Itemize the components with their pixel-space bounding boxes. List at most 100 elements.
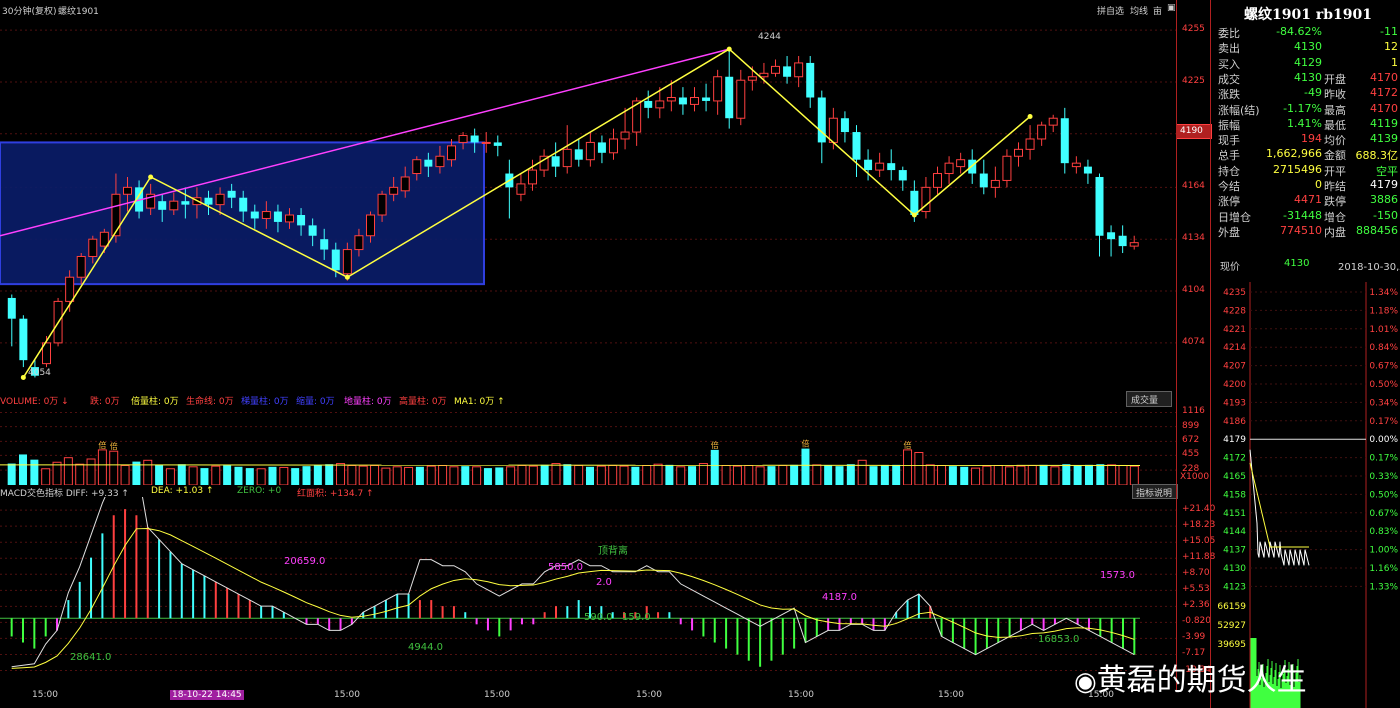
volume-bar	[177, 464, 186, 485]
volume-bar	[1027, 465, 1037, 485]
chart-header: 30分钟(复权) 螺纹1901 拼自选 均线 亩 ▣	[0, 0, 1210, 18]
quote-value: 0	[1315, 178, 1322, 191]
volume-bar	[744, 465, 754, 485]
candle-body	[725, 76, 734, 119]
candle-body	[516, 183, 526, 195]
candle-body	[261, 211, 271, 219]
time-axis-label: 15:00	[484, 690, 510, 700]
quote-row: 涨幅(结) -1.17% 最高 4170	[1216, 101, 1398, 117]
zigzag-point	[344, 274, 350, 280]
volume-bar	[824, 465, 833, 485]
volume-bar	[30, 459, 39, 485]
candle-body	[297, 215, 306, 226]
candle-body	[678, 97, 687, 105]
volume-bar	[449, 466, 459, 485]
ma-button[interactable]: 均线	[1130, 4, 1148, 17]
volume-chart[interactable]: 倍倍倍倍倍	[0, 405, 1210, 485]
candle-body	[123, 186, 132, 195]
volume-bar	[608, 465, 618, 485]
candle-body	[169, 200, 179, 211]
volume-bar	[857, 459, 867, 485]
candle-body	[424, 159, 433, 167]
volume-bar	[223, 465, 232, 485]
candle-body	[239, 197, 248, 212]
axis-divider	[1176, 0, 1177, 690]
volume-bar	[676, 466, 686, 485]
volume-bar	[404, 466, 414, 485]
quote-value: 888456	[1356, 223, 1398, 237]
quote-value: -1.17%	[1283, 101, 1322, 115]
volume-bar	[188, 466, 198, 485]
zigzag-point	[1027, 114, 1033, 120]
candle-body	[644, 100, 653, 108]
price-axis-label: 4104	[1182, 285, 1205, 296]
volume-legend: VOLUME: 0万 ↓ 跌: 0万 倍量柱: 0万 生命线: 0万 梯量柱: 0万 缩量…	[0, 393, 1130, 407]
volume-bar	[302, 466, 311, 485]
volume-bar	[279, 466, 289, 485]
candle-body	[435, 155, 445, 168]
price-axis-label: 4225	[1182, 75, 1205, 86]
macd-annotation: 20659.0	[284, 556, 326, 567]
period-label[interactable]: 30分钟(复权)	[2, 4, 56, 17]
volume-bar	[313, 465, 322, 485]
candle-body	[389, 186, 399, 195]
volume-bar	[1096, 464, 1105, 485]
mini-avg-line	[1249, 462, 1309, 548]
candle-body	[933, 173, 942, 188]
volume-bar	[710, 449, 719, 485]
quote-value: 4179	[1370, 178, 1398, 191]
quote-row: 总手 1,662,966 金额 688.3亿	[1216, 146, 1398, 162]
quote-value: 4172	[1370, 86, 1398, 100]
volume-bar	[143, 459, 153, 485]
macd-chart[interactable]	[0, 497, 1210, 689]
mini-price-label: 4214	[1223, 343, 1246, 353]
volume-bar	[268, 466, 277, 485]
volume-bar	[155, 464, 164, 485]
volume-bar	[642, 465, 652, 485]
volume-bar	[7, 463, 16, 485]
time-axis-label: 15:00	[938, 690, 964, 700]
mini-volume-label: 52927	[1217, 621, 1246, 631]
mini-price-label: 4221	[1223, 325, 1246, 335]
candle-body	[736, 79, 746, 119]
candle-body	[1060, 118, 1069, 164]
candle-body	[702, 97, 711, 101]
candle-body	[65, 276, 75, 302]
volume-bar	[631, 466, 640, 485]
volume-bar	[880, 465, 889, 485]
volume-bar	[472, 466, 482, 485]
volume-bar	[109, 450, 119, 485]
quote-value: 4130	[1294, 40, 1322, 54]
volume-axis-label: 455	[1182, 449, 1200, 460]
mini-pct-label: 0.50%	[1369, 490, 1398, 500]
candle-body	[551, 156, 560, 167]
quote-value: -84.62%	[1276, 25, 1322, 38]
candlestick-chart[interactable]	[0, 18, 1210, 393]
candle-body	[250, 211, 259, 219]
candle-body	[747, 76, 757, 81]
volume-bar	[619, 465, 629, 485]
quote-value: 1.41%	[1287, 116, 1322, 130]
add-favorite-button[interactable]: 拼自选	[1097, 4, 1124, 17]
mini-price-label: 4144	[1223, 527, 1246, 537]
layout-button[interactable]: 亩	[1153, 4, 1162, 17]
volume-bar	[426, 465, 436, 485]
volume-bar	[551, 463, 561, 485]
expand-icon[interactable]: ▣	[1167, 3, 1176, 13]
current-price-tag: 4190	[1176, 124, 1212, 139]
candle-body	[308, 225, 317, 236]
macd-annotation: 1573.0	[1100, 570, 1135, 581]
time-axis-label: 15:00	[32, 690, 58, 700]
candle-body	[783, 66, 792, 77]
quote-title: 螺纹1901 rb1901	[1244, 7, 1372, 23]
mini-pct-label: 0.17%	[1369, 417, 1398, 427]
price-axis-label: 4255	[1182, 24, 1205, 35]
volume-bar	[971, 467, 981, 485]
candle-body	[910, 190, 919, 216]
volume-bar	[937, 465, 947, 485]
intraday-chart[interactable]: 4235 1.34% 4228 1.18% 4221 1.01% 4214 0.84% 4207…	[1216, 282, 1400, 708]
volume-bar	[1050, 466, 1060, 485]
candle-body	[342, 249, 352, 275]
volume-bar	[461, 466, 470, 485]
mini-price-label: 4228	[1223, 306, 1246, 316]
